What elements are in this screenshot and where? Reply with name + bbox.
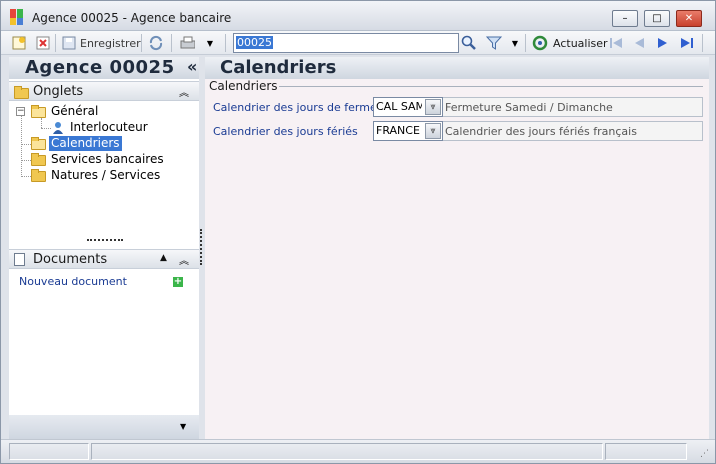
document-icon <box>14 253 25 266</box>
group-divider <box>279 86 703 87</box>
collapse-up-icon[interactable]: ︽ <box>179 252 189 267</box>
search-icon[interactable] <box>461 35 477 51</box>
chevron-down-icon[interactable]: ⩔ <box>425 99 441 115</box>
folder-open-icon <box>31 137 46 150</box>
title-bar: Agence 00025 - Agence bancaire – □ ✕ <box>1 1 715 31</box>
add-document-icon[interactable]: + <box>173 277 183 287</box>
collapse-up-icon[interactable]: ︽ <box>179 84 189 99</box>
collapse-icon[interactable]: ▲ <box>160 253 167 263</box>
record-search-input[interactable]: 00025 <box>233 33 459 53</box>
chevron-down-icon[interactable]: ⩔ <box>425 123 441 139</box>
closing-calendar-description: Fermeture Samedi / Dimanche <box>443 97 703 117</box>
minimize-icon: – <box>622 12 628 24</box>
filter-dropdown-icon[interactable]: ▼ <box>507 35 523 51</box>
save-button[interactable]: Enregistrer <box>80 37 141 50</box>
holidays-calendar-code: FRANCE <box>376 124 420 137</box>
status-bar: ⋰ <box>1 439 715 463</box>
tree-item-natures-services[interactable]: Natures / Services <box>51 168 160 183</box>
status-cell <box>91 443 603 460</box>
folder-icon <box>31 153 46 166</box>
closing-calendar-code: CAL SAM <box>376 100 422 113</box>
save-icon[interactable] <box>61 35 77 51</box>
vertical-splitter[interactable] <box>200 229 202 265</box>
new-record-icon[interactable] <box>11 35 27 51</box>
sync-icon[interactable] <box>148 35 164 51</box>
expand-down-icon[interactable]: ▼ <box>180 422 186 431</box>
panel-footer: ▼ <box>9 415 199 439</box>
window-title: Agence 00025 - Agence bancaire <box>32 11 232 25</box>
close-icon: ✕ <box>684 12 694 24</box>
filter-icon[interactable] <box>486 35 502 51</box>
app-logo-icon <box>10 9 26 25</box>
content-header: Calendriers <box>205 57 709 79</box>
status-cell <box>9 443 89 460</box>
minimize-button[interactable]: – <box>612 10 638 27</box>
onglets-section-header[interactable]: Onglets ︽ <box>9 81 199 101</box>
new-document-link[interactable]: Nouveau document <box>19 275 127 288</box>
record-title: Agence 00025 <box>25 57 175 78</box>
app-window: Agence 00025 - Agence bancaire – □ ✕ Enr… <box>0 0 716 464</box>
tree-item-interlocuteur[interactable]: Interlocuteur <box>70 120 148 135</box>
collapse-panel-icon[interactable]: « <box>187 57 197 76</box>
delete-icon[interactable] <box>35 35 51 51</box>
refresh-button[interactable]: Actualiser <box>553 37 608 50</box>
documents-section-header[interactable]: Documents ▲ ︽ <box>9 249 199 269</box>
closing-calendar-label: Calendrier des jours de fermeture <box>213 101 400 114</box>
search-value: 00025 <box>236 36 273 49</box>
page-title: Calendriers <box>220 57 337 78</box>
tree-item-calendriers[interactable]: Calendriers <box>49 136 122 151</box>
tree-item-general[interactable]: Général <box>51 104 98 119</box>
folder-icon <box>14 86 29 99</box>
documents-label: Documents <box>33 252 108 267</box>
horizontal-splitter[interactable] <box>87 239 123 242</box>
holidays-calendar-description-text: Calendrier des jours fériés français <box>445 125 637 138</box>
onglets-label: Onglets <box>33 84 84 99</box>
holidays-calendar-field[interactable]: FRANCE ⩔ <box>373 121 443 141</box>
first-record-icon[interactable] <box>608 35 624 51</box>
closing-calendar-field[interactable]: CAL SAM ⩔ <box>373 97 443 117</box>
holidays-calendar-label: Calendrier des jours fériés <box>213 125 358 138</box>
maximize-button[interactable]: □ <box>644 10 670 27</box>
person-icon <box>52 121 64 134</box>
close-button[interactable]: ✕ <box>676 10 702 27</box>
folder-icon <box>31 169 46 182</box>
folder-open-icon <box>31 105 46 118</box>
next-record-icon[interactable] <box>655 35 671 51</box>
tree-item-services-bancaires[interactable]: Services bancaires <box>51 152 164 167</box>
maximize-icon: □ <box>652 12 662 24</box>
resize-grip-icon[interactable]: ⋰ <box>700 449 709 459</box>
last-record-icon[interactable] <box>679 35 695 51</box>
status-cell <box>605 443 687 460</box>
expand-general-icon[interactable]: − <box>16 107 25 116</box>
refresh-icon[interactable] <box>532 35 548 51</box>
holidays-calendar-description: Calendrier des jours fériés français <box>443 121 703 141</box>
group-title: Calendriers <box>209 79 278 93</box>
print-dropdown-icon[interactable]: ▼ <box>202 35 218 51</box>
previous-record-icon[interactable] <box>631 35 647 51</box>
print-icon[interactable] <box>179 35 195 51</box>
closing-calendar-description-text: Fermeture Samedi / Dimanche <box>445 101 613 114</box>
record-header: Agence 00025 « <box>9 57 199 79</box>
